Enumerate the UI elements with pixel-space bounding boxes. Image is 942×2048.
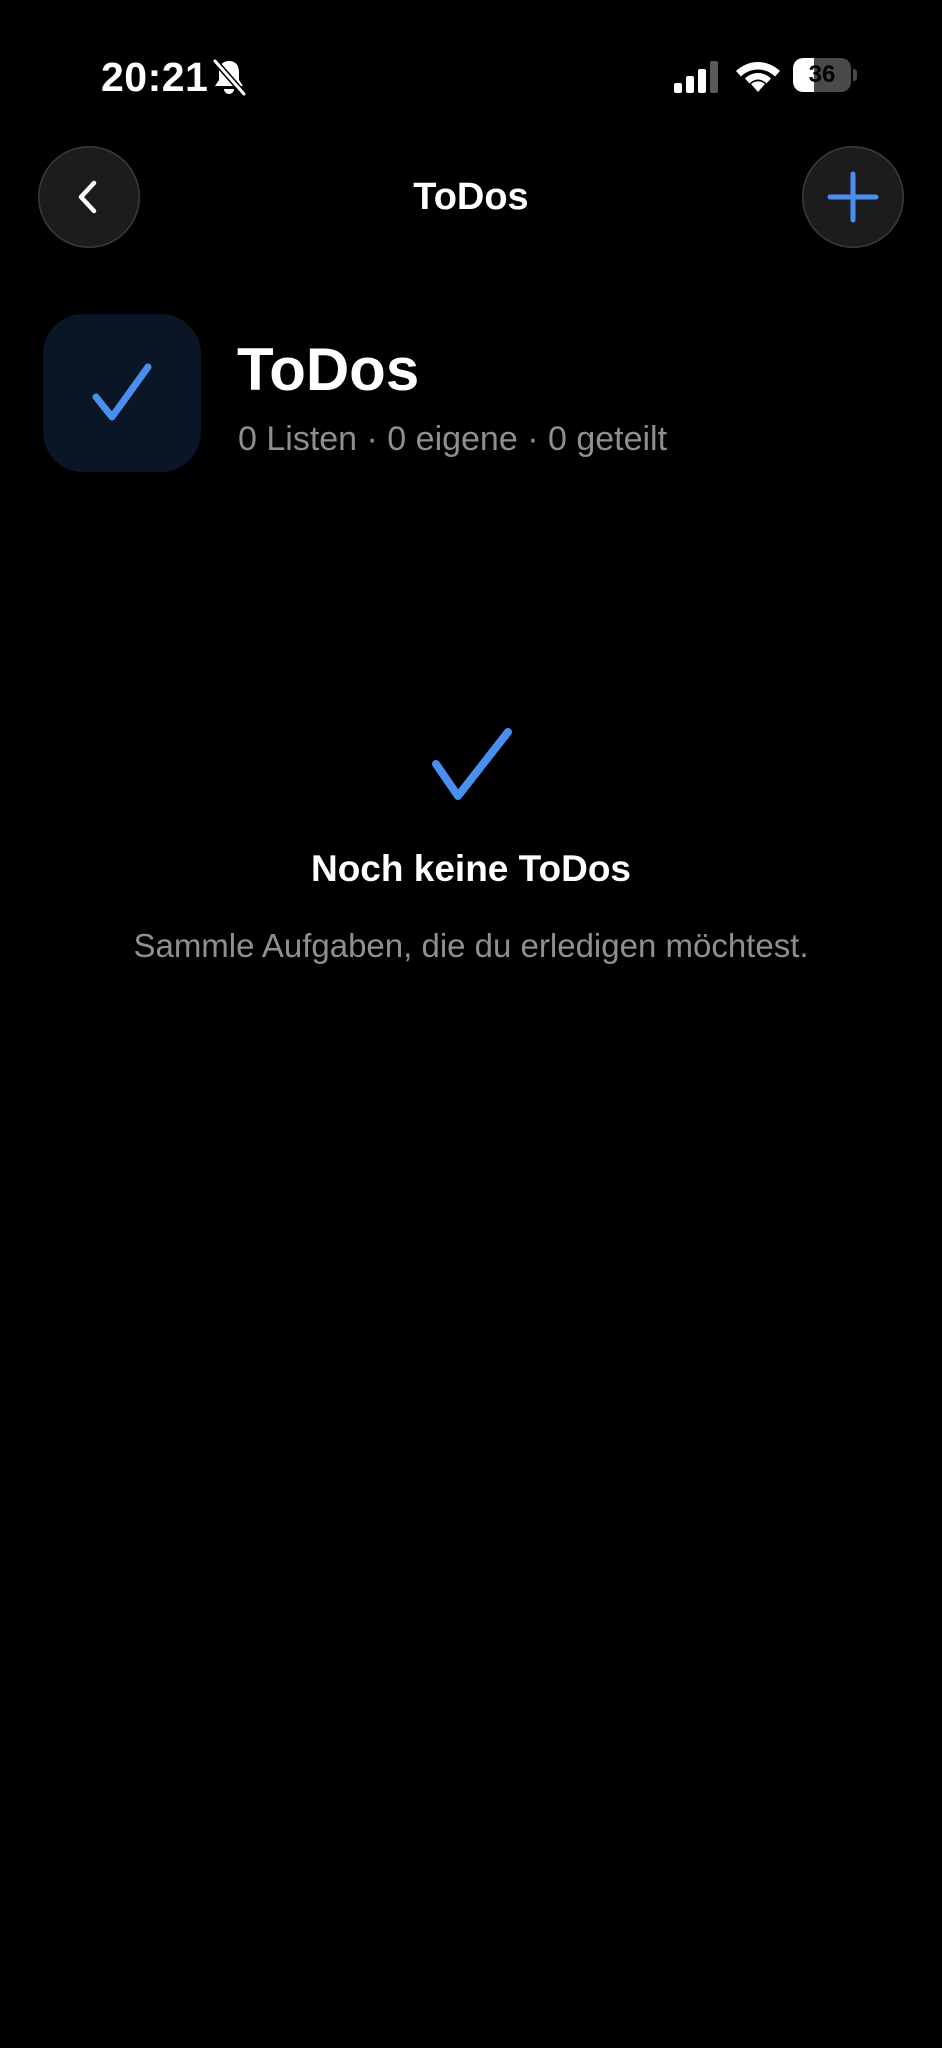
header-title: ToDos	[237, 336, 420, 403]
checkmark-icon	[92, 363, 152, 421]
wifi-icon	[736, 62, 780, 92]
status-time: 20:21	[101, 54, 209, 100]
battery-body: 36	[793, 58, 851, 92]
battery-level: 36	[808, 61, 836, 88]
plus-icon	[827, 171, 879, 223]
bell-slash-icon	[212, 58, 246, 96]
app-icon-tile	[43, 314, 201, 472]
battery-icon: 36	[793, 58, 857, 92]
cellular-signal-icon	[674, 61, 718, 93]
battery-cap	[853, 69, 857, 81]
header-subtitle: 0 Listen · 0 eigene · 0 geteilt	[238, 420, 668, 458]
add-button[interactable]	[802, 146, 904, 248]
nav-title: ToDos	[413, 176, 529, 218]
status-bar: 20:21 36	[0, 0, 942, 150]
empty-state-title: Noch keine ToDos	[310, 848, 632, 889]
empty-state-checkmark-icon	[432, 728, 512, 800]
empty-state-text: Sammle Aufgaben, die du erledigen möchte…	[133, 927, 809, 964]
